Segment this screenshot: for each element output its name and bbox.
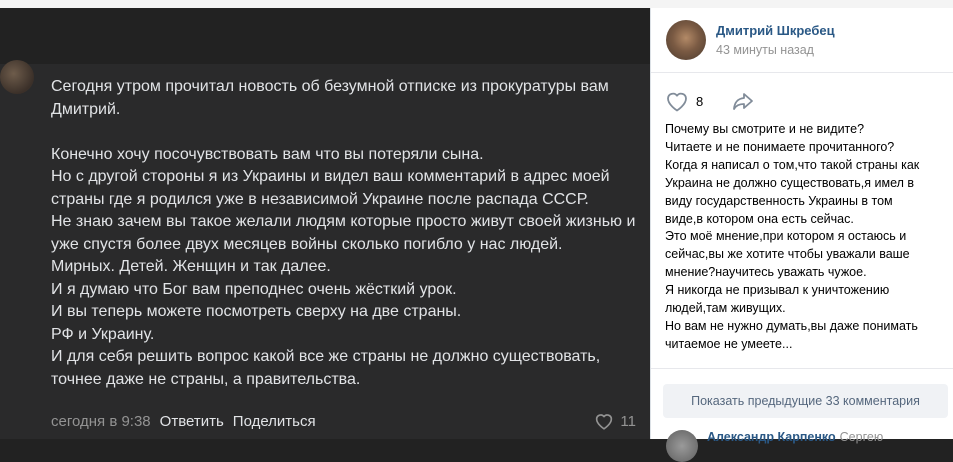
comment-paragraph: Но с другой стороны я из Украины и видел… [51,168,610,208]
comment-paragraph-gap [51,121,646,144]
next-comment-avatar[interactable] [666,430,698,462]
share-link[interactable]: Поделиться [233,413,316,430]
author-name[interactable]: Дмитрий Шкребец [716,23,835,38]
share-arrow-icon [733,93,753,110]
text-line: виде,в котором она есть сейчас. [665,211,854,226]
top-strip [0,0,953,8]
reply-link[interactable]: Ответить [160,413,224,430]
text-line: Это моё мнение,при котором я остаюсь и [665,229,907,244]
heart-icon [596,414,613,430]
text-line: Я никогда не призывал к уничтожению [665,283,890,298]
divider [651,72,953,73]
divider [651,368,953,369]
comment-paragraph: И вы теперь можете посмотреть сверху на … [51,303,462,320]
sidebar-comment-text: Почему вы смотрите и не видите? Читаете … [665,121,945,354]
comment-paragraph: Конечно хочу посочувствовать вам что вы … [51,145,484,163]
post-media-area [0,8,650,64]
post-sidebar: Дмитрий Шкребец 43 минуты назад 8 Почему… [650,8,953,462]
text-line: Читаете и не понимаете прочитанного? [665,139,895,154]
comment-paragraph: И я думаю что Бог вам преподнес очень жё… [51,280,457,298]
text-line: мнение?научитесь уважать чужое. [665,265,867,280]
like-count: 8 [696,93,704,109]
comment-paragraph: РФ и Украину. [51,325,155,343]
next-comment-reply-to[interactable]: Сергею [840,430,884,444]
comment-text: Сегодня утром прочитал новость об безумн… [51,76,646,391]
text-line: Украина не должно существовать,я имел в [665,175,915,190]
heart-icon [667,92,687,112]
comment-paragraph: Не знаю зачем вы такое желали людям кото… [51,213,636,253]
comment-paragraph: И для себя решить вопрос какой все же ст… [51,348,601,388]
text-line: читаемое не умеете... [665,336,793,351]
text-line: людей,там живущих. [665,301,786,316]
text-line: виду государственность Украины в том [665,193,893,208]
comment-like-button[interactable]: 11 [594,412,636,430]
next-comment-header: Александр Карпенко Сергею [707,430,883,444]
show-previous-comments-button[interactable]: Показать предыдущие 33 комментария [663,384,948,418]
post-time[interactable]: 43 минуты назад [716,43,814,57]
like-button[interactable]: 8 [665,90,703,112]
comment-like-count: 11 [620,412,636,430]
author-avatar[interactable] [666,20,706,60]
comment-footer: сегодня в 9:38 Ответить Поделиться 11 [51,411,636,431]
text-line: Почему вы смотрите и не видите? [665,122,865,136]
share-button[interactable] [731,90,755,116]
next-comment-author[interactable]: Александр Карпенко [707,430,836,444]
comment-paragraph: Мирных. Детей. Женщин и так далее. [51,258,331,275]
comment-timestamp[interactable]: сегодня в 9:38 [51,413,151,430]
comment-avatar[interactable] [0,60,34,94]
text-line: сейчас,вы же хотите чтобы уважали ваше [665,247,910,262]
comment-paragraph: Сегодня утром прочитал новость об безумн… [51,78,609,118]
text-line: Когда я написал о том,что такой страны к… [665,157,920,172]
text-line: Но вам не нужно думать,вы даже понимать [665,318,918,333]
